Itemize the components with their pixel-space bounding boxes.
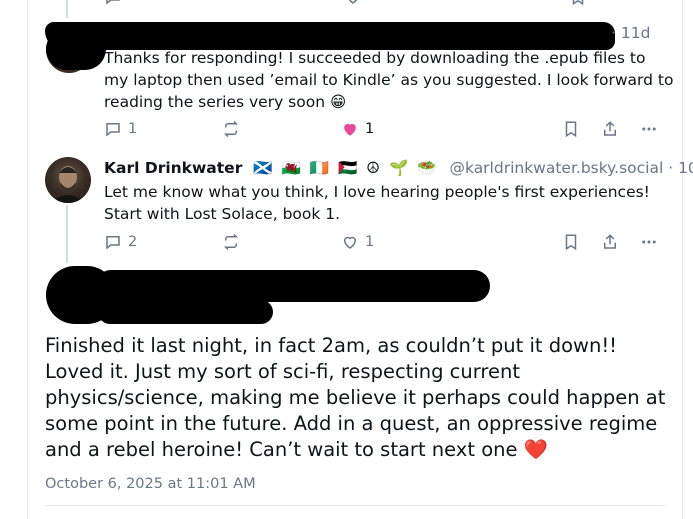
thread-border-left [27,0,28,519]
portrait-icon [51,166,85,203]
more-options-button[interactable] [640,120,658,138]
reply-count: 2 [128,234,138,250]
repost-button[interactable] [222,233,240,251]
more-options-button[interactable] [640,233,658,251]
post-time[interactable]: · 11d [611,24,650,42]
like-button[interactable]: 1 [341,120,374,138]
author-emoji-flags: 🏴󠁧󠁢󠁳󠁣󠁴󠁿 🏴󠁧󠁢󠁷󠁬󠁳󠁿 🇮🇪 🇵🇸 ☮ 🌱 🥗 [253,159,439,177]
post-actions: 2 1 [104,233,664,257]
main-post-date[interactable]: October 6, 2025 at 11:01 AM [45,476,256,492]
share-icon [604,234,616,249]
reply-icon [106,123,120,137]
repost-button[interactable] [222,120,240,138]
reply-button[interactable]: 1 [104,120,137,138]
bookmark-button[interactable] [562,233,580,251]
divider [45,505,665,506]
post-text: Let me know what you think, I love heari… [104,183,650,223]
avatar[interactable] [45,157,91,203]
thread-connector-line [66,205,68,263]
bookmark-icon [565,234,577,251]
previous-post-actions [104,0,664,8]
bookmark-button[interactable] [562,120,580,138]
share-button[interactable] [601,233,619,251]
repost-icon [223,120,239,138]
author-handle[interactable]: @karldrinkwater.bsky.social [449,159,663,177]
thread-border-right [682,0,683,519]
reply-button[interactable]: 2 [104,233,137,251]
repost-icon [223,233,239,251]
author-line: Karl Drinkwater 🏴󠁧󠁢󠁳󠁣󠁴󠁿 🏴󠁧󠁢󠁷󠁬󠁳󠁿 🇮🇪 🇵🇸 ☮ … [104,157,693,179]
like-icon[interactable] [344,0,362,6]
reply-count: 1 [128,121,138,137]
redacted-author-name [95,270,490,302]
reply-icon[interactable] [104,0,122,6]
more-dots-icon [642,240,656,244]
author-name[interactable]: Karl Drinkwater [104,159,242,177]
like-icon [343,236,357,249]
post-text: Thanks for responding! I succeeded by do… [104,49,674,111]
redacted-author-line [45,22,615,50]
bookmark-icon [565,121,577,138]
thread-connector-line [66,0,68,18]
like-count: 1 [365,121,375,137]
share-icon [604,121,616,136]
redacted-avatar [46,28,106,70]
post-time[interactable]: · 10d [668,159,693,177]
like-count: 1 [365,234,375,250]
share-button[interactable] [601,120,619,138]
bookmark-icon[interactable] [569,0,587,6]
reply-icon [106,236,120,250]
post-actions: 1 1 [104,120,664,144]
like-icon-filled [344,123,356,136]
redacted-author-handle [98,300,273,324]
more-dots-icon [642,127,656,131]
main-post-text: Finished it last night, in fact 2am, as … [45,334,666,461]
like-button[interactable]: 1 [341,233,374,251]
